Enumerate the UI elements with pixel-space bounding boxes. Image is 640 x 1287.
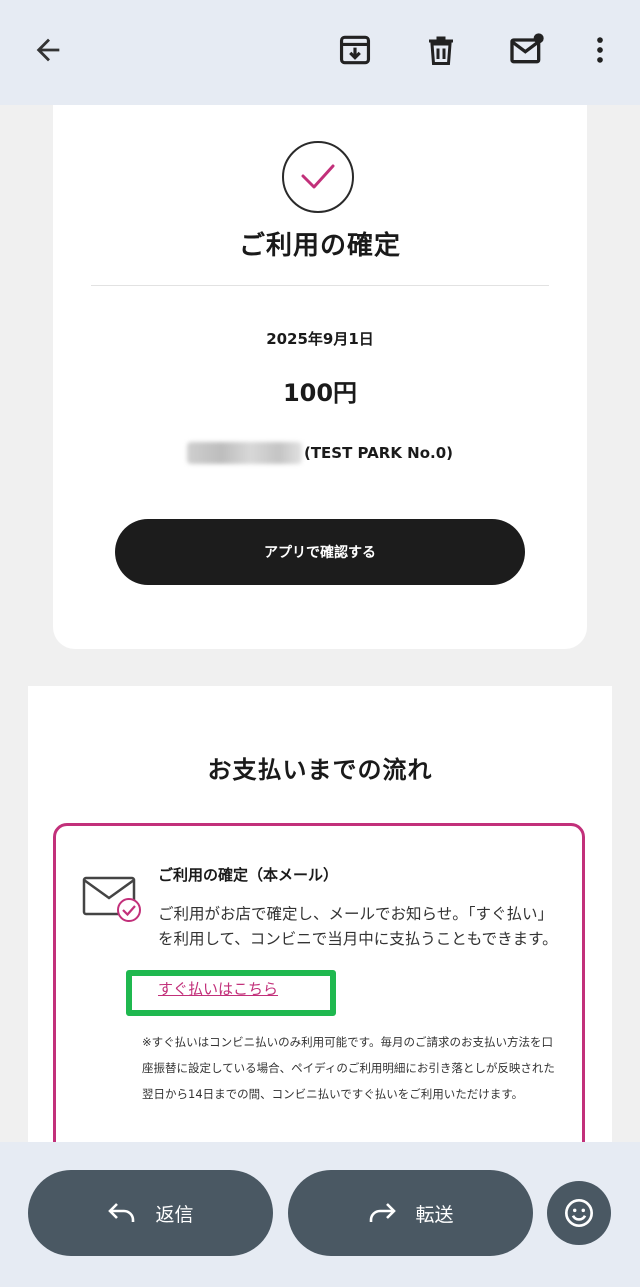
highlight-box xyxy=(126,970,336,1016)
top-app-bar xyxy=(0,0,640,105)
emoji-icon[interactable] xyxy=(547,1181,611,1245)
check-icon xyxy=(282,141,354,213)
divider xyxy=(91,285,549,286)
email-body[interactable]: ご利用の確定 2025年9月1日 100円 (TEST PARK No.0) ア… xyxy=(0,105,640,1142)
step-title: ご利用の確定（本メール） xyxy=(158,866,339,884)
redacted-merchant-name xyxy=(186,442,302,464)
reply-icon xyxy=(108,1203,135,1222)
reply-button[interactable]: 返信 xyxy=(28,1170,273,1256)
mail-check-icon xyxy=(82,874,144,924)
usage-amount: 100円 xyxy=(282,379,358,407)
reply-label: 返信 xyxy=(155,1203,194,1226)
flow-title: お支払いまでの流れ xyxy=(207,756,433,784)
mark-unread-icon[interactable] xyxy=(503,26,551,74)
open-app-button[interactable]: アプリで確認する xyxy=(115,519,525,585)
payment-flow-section: お支払いまでの流れ ご利用の確定（本メール） ご利用がお店で確定し、メールでお知… xyxy=(28,686,612,1142)
more-vert-icon[interactable] xyxy=(576,26,624,74)
merchant-suffix: (TEST PARK No.0) xyxy=(303,444,454,462)
back-arrow-icon[interactable] xyxy=(24,26,72,74)
step-description: ご利用がお店で確定し、メールでお知らせ。「すぐ払い」を利用して、コンビニで当月中… xyxy=(158,905,558,948)
flow-step-card: ご利用の確定（本メール） ご利用がお店で確定し、メールでお知らせ。「すぐ払い」を… xyxy=(53,823,585,1142)
archive-icon[interactable] xyxy=(331,26,379,74)
forward-icon xyxy=(370,1203,397,1222)
merchant-row: (TEST PARK No.0) xyxy=(53,442,587,464)
forward-label: 転送 xyxy=(415,1203,454,1226)
usage-date: 2025年9月1日 xyxy=(266,330,374,348)
delete-icon[interactable] xyxy=(417,26,465,74)
confirmation-title: ご利用の確定 xyxy=(238,231,401,261)
confirmation-card: ご利用の確定 2025年9月1日 100円 (TEST PARK No.0) ア… xyxy=(53,105,587,649)
forward-button[interactable]: 転送 xyxy=(288,1170,533,1256)
bottom-action-bar: 返信 転送 xyxy=(0,1142,640,1287)
pay-now-note: ※すぐ払いはコンビニ払いのみ利用可能です。毎月のご請求のお支払い方法を口座振替に… xyxy=(142,1035,555,1101)
